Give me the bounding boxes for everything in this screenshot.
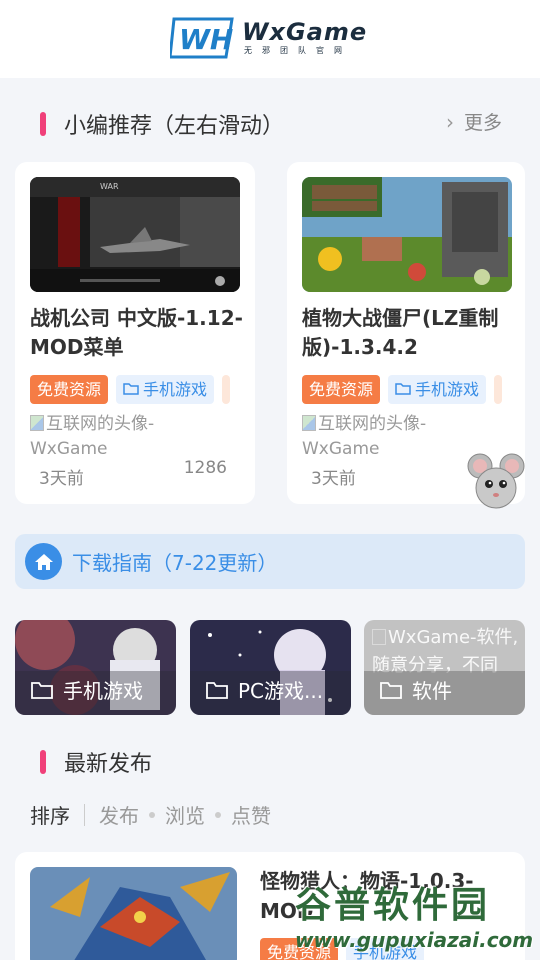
tag-category-label: 手机游戏 [143,380,208,399]
jet-game-image: WAR [30,177,240,292]
recommend-title: 小编推荐（左右滑动） [64,114,285,139]
author-avatar-alt: 互联网的头像-WxGame [302,414,427,459]
category-label: PC游戏... [206,675,323,704]
card-title[interactable]: 植物大战僵尸(LZ重制版)-1.3.4.2 [302,304,517,362]
folder-icon [31,681,53,699]
wx-logo-mark: WH [170,17,234,59]
folder-icon [395,383,411,395]
home-icon [25,543,62,580]
watermark-url: www.gupuxiazai.com [295,928,534,952]
svg-text:WH: WH [179,23,233,56]
tag-overflow [494,375,503,404]
watermark-text: 谷普软件园 [295,885,491,926]
sort-option-likes[interactable]: 点赞 [231,800,271,829]
tag-overflow [222,375,231,404]
site-logo[interactable]: WH WxGame 无邪团队官网 [170,15,367,61]
recommend-section-title: 小编推荐（左右滑动） [40,108,284,140]
card-title[interactable]: 战机公司 中文版-1.12-MOD菜单 [30,304,245,362]
mouse-mascot-icon[interactable] [466,450,526,512]
sort-dot [215,811,221,818]
recommend-card[interactable]: WAR 战机公司 中文版-1.12-MOD菜单 免费资源 手机游戏 互联网的头像… [15,162,255,504]
category-label: 软件 [380,675,452,704]
tag-category[interactable]: 手机游戏 [388,375,487,404]
folder-icon [380,681,402,699]
svg-text:WAR: WAR [100,182,119,191]
category-tile-pc-games[interactable]: PC游戏... [190,620,351,715]
more-label: 更多 [463,112,502,134]
author-avatar-alt: 互联网的头像-WxGame [30,414,155,459]
sort-option-views[interactable]: 浏览 [165,800,205,829]
download-guide-label: 下载指南（7-22更新） [72,551,278,575]
more-link[interactable]: › 更多 [446,108,502,135]
sort-divider [84,803,85,826]
category-tile-software[interactable]: WxGame-软件,随意分享，不同 软件 [364,620,525,715]
broken-image-icon [372,629,386,645]
sort-bar: 排序 发布 浏览 点赞 [30,800,271,829]
folder-icon [123,383,139,395]
sort-label: 排序 [30,804,70,828]
card-tags: 免费资源 手机游戏 [30,375,238,404]
pvz-game-image [302,177,512,292]
card-thumbnail[interactable] [302,177,512,292]
section-accent-bar [40,112,46,136]
header: WH WxGame 无邪团队官网 [0,0,540,78]
sort-dot [149,811,155,818]
watermark: 谷普软件园 www.gupuxiazai.com [295,876,540,960]
tag-category-label: 手机游戏 [415,380,480,399]
section-accent-bar [40,750,46,774]
tag-free-resource[interactable]: 免费资源 [302,375,381,404]
chevron-right-icon: › [445,109,454,134]
card-views: 1286 [183,458,227,478]
card-time: 3天前 [39,469,84,489]
latest-title: 最新发布 [64,752,153,777]
tag-category[interactable]: 手机游戏 [116,375,215,404]
broken-image-icon [302,415,316,431]
monster-hunter-image [30,867,237,960]
category-tile-mobile-games[interactable]: 手机游戏 [15,620,176,715]
tag-free-resource[interactable]: 免费资源 [30,375,109,404]
download-guide-banner[interactable]: 下载指南（7-22更新） [15,534,525,589]
sort-option-publish[interactable]: 发布 [99,800,139,829]
card-tags: 免费资源 手机游戏 [302,375,510,404]
folder-icon [206,681,228,699]
card-time: 3天前 [311,469,356,489]
card-thumbnail[interactable]: WAR [30,177,240,292]
latest-section-title: 最新发布 [40,746,152,778]
broken-image-icon [30,415,44,431]
category-label: 手机游戏 [31,675,143,704]
logo-subtitle: 无邪团队官网 [244,46,352,55]
post-thumbnail[interactable] [30,867,237,960]
logo-title: WxGame [242,18,368,46]
